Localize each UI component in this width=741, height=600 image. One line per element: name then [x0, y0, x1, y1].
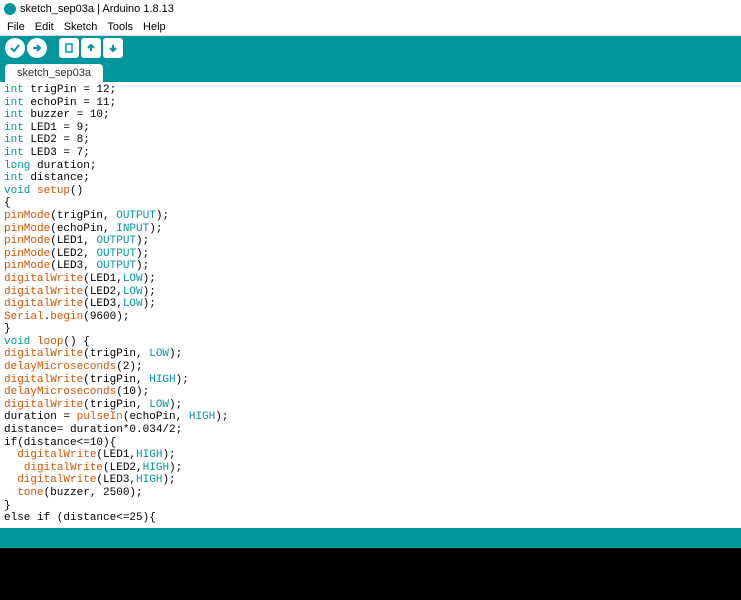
code-line: delayMicroseconds(2);	[4, 361, 737, 374]
code-line: digitalWrite(trigPin, LOW);	[4, 348, 737, 361]
code-line: pinMode(LED3, OUTPUT);	[4, 260, 737, 273]
new-button[interactable]	[59, 38, 79, 58]
code-line: pinMode(LED2, OUTPUT);	[4, 248, 737, 261]
code-line: }	[4, 500, 737, 513]
console	[0, 548, 741, 600]
code-line: distance= duration*0.034/2;	[4, 424, 737, 437]
menu-sketch[interactable]: Sketch	[59, 21, 103, 33]
code-line: int LED3 = 7;	[4, 147, 737, 160]
code-line: int LED1 = 9;	[4, 122, 737, 135]
menu-file[interactable]: File	[2, 21, 30, 33]
code-line: void loop() {	[4, 336, 737, 349]
code-line: tone(buzzer, 2500);	[4, 487, 737, 500]
tab-sketch[interactable]: sketch_sep03a	[5, 64, 103, 82]
arrow-up-icon	[85, 42, 97, 54]
titlebar-text: sketch_sep03a | Arduino 1.8.13	[20, 3, 174, 15]
code-line: digitalWrite(LED1,HIGH);	[4, 449, 737, 462]
upload-button[interactable]	[27, 38, 47, 58]
arrow-down-icon	[107, 42, 119, 54]
code-line: {	[4, 197, 737, 210]
code-line: pinMode(echoPin, INPUT);	[4, 223, 737, 236]
tabbar: sketch_sep03a	[0, 60, 741, 82]
code-line: digitalWrite(trigPin, HIGH);	[4, 374, 737, 387]
menu-edit[interactable]: Edit	[30, 21, 59, 33]
menu-help[interactable]: Help	[138, 21, 171, 33]
code-line: int trigPin = 12;	[4, 84, 737, 97]
code-line: digitalWrite(LED3,LOW);	[4, 298, 737, 311]
menubar: File Edit Sketch Tools Help	[0, 18, 741, 36]
check-icon	[9, 42, 21, 54]
code-editor[interactable]: int trigPin = 12;int echoPin = 11;int bu…	[0, 82, 741, 528]
code-line: int distance;	[4, 172, 737, 185]
code-line: if(distance<=10){	[4, 437, 737, 450]
statusbar	[0, 528, 741, 548]
toolbar	[0, 36, 741, 60]
menu-tools[interactable]: Tools	[102, 21, 138, 33]
code-line: digitalWrite(trigPin, LOW);	[4, 399, 737, 412]
code-line: int buzzer = 10;	[4, 109, 737, 122]
code-line: int echoPin = 11;	[4, 97, 737, 110]
code-line: digitalWrite(LED1,LOW);	[4, 273, 737, 286]
titlebar: sketch_sep03a | Arduino 1.8.13	[0, 0, 741, 18]
code-line: long duration;	[4, 160, 737, 173]
code-line: digitalWrite(LED2,LOW);	[4, 286, 737, 299]
code-line: delayMicroseconds(10);	[4, 386, 737, 399]
save-button[interactable]	[103, 38, 123, 58]
code-line: else if (distance<=25){	[4, 512, 737, 525]
code-line: digitalWrite(LED2,HIGH);	[4, 462, 737, 475]
code-line: pinMode(LED1, OUTPUT);	[4, 235, 737, 248]
code-line: pinMode(trigPin, OUTPUT);	[4, 210, 737, 223]
code-line: Serial.begin(9600);	[4, 311, 737, 324]
arduino-icon	[4, 3, 16, 15]
open-button[interactable]	[81, 38, 101, 58]
verify-button[interactable]	[5, 38, 25, 58]
code-line: }	[4, 323, 737, 336]
arrow-right-icon	[31, 42, 43, 54]
code-line: digitalWrite(LED3,HIGH);	[4, 474, 737, 487]
file-icon	[63, 42, 75, 54]
code-line: int LED2 = 8;	[4, 134, 737, 147]
code-line: void setup()	[4, 185, 737, 198]
code-line: duration = pulseIn(echoPin, HIGH);	[4, 411, 737, 424]
